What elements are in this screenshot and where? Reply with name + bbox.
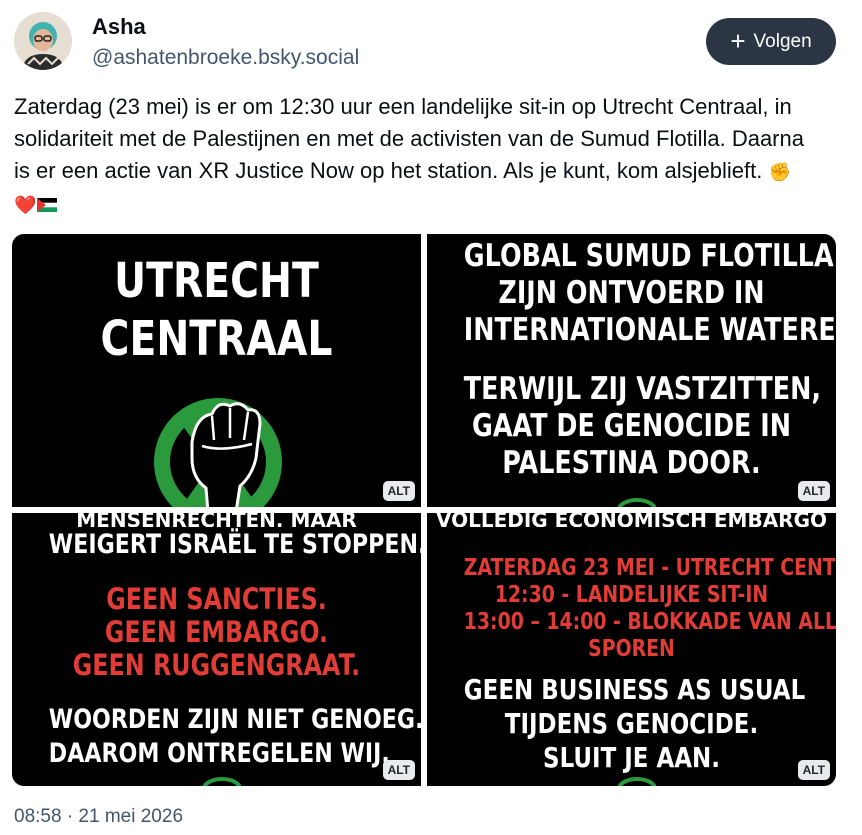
image-4-line: SLUIT JE AAN. (543, 741, 720, 774)
plus-icon: + (730, 25, 746, 56)
image-2-line: ZIJN ONTVOERD IN (498, 275, 765, 311)
image-2-text-a: GLOBAL SUMUD FLOTILLA ZIJN ONTVOERD IN I… (463, 238, 836, 349)
image-3-cut-text: MENSENRECHTEN, MAAR (76, 513, 357, 527)
image-grid: ▔▔▔▔▔▔▔▔▔▔ UTRECHT CENTRAAL ALT GLOBAL S… (12, 234, 836, 786)
image-4-line: SPOREN (588, 636, 675, 662)
image-3-line: WOORDEN ZIJN NIET GENOEG. (48, 704, 421, 735)
post-header: Asha @ashatenbroeke.bsky.social + Volgen (14, 12, 836, 74)
image-3-line: WEIGERT ISRAËL TE STOPPEN. (48, 529, 421, 560)
alt-badge[interactable]: ALT (382, 481, 415, 501)
image-1-title: UTRECHT CENTRAAL (49, 252, 384, 368)
image-3-text-a: WEIGERT ISRAËL TE STOPPEN. (48, 527, 421, 563)
extinction-rebellion-fist-icon (154, 398, 282, 507)
post-timestamp[interactable]: 08:58 · 21 mei 2026 (14, 806, 183, 828)
image-3-line: GEEN EMBARGO. (104, 615, 329, 649)
image-4-text-b: GEEN BUSINESS AS USUAL TIJDENS GENOCIDE.… (463, 673, 806, 775)
alt-badge[interactable]: ALT (797, 481, 830, 501)
follow-button-label: Volgen (753, 30, 812, 52)
image-4-line: TIJDENS GENOCIDE. (504, 707, 759, 740)
image-2-line: PALESTINA DOOR. (502, 445, 761, 481)
logo-fragment-icon (617, 777, 657, 786)
image-2-line: GLOBAL SUMUD FLOTILLA (463, 238, 834, 274)
alt-badge[interactable]: ALT (382, 760, 415, 780)
post-image-4[interactable]: VOLLEDIG ECONOMISCH EMBARGO ZATERDAG 23 … (427, 513, 836, 786)
image-4-cut-text: VOLLEDIG ECONOMISCH EMBARGO (435, 513, 827, 527)
alt-badge[interactable]: ALT (797, 760, 830, 780)
post-image-2[interactable]: GLOBAL SUMUD FLOTILLA ZIJN ONTVOERD IN I… (427, 234, 836, 507)
post-image-3[interactable]: MENSENRECHTEN, MAAR WEIGERT ISRAËL TE ST… (12, 513, 421, 786)
image-3-line: GEEN SANCTIES. (106, 582, 327, 616)
image-3-text-b: WOORDEN ZIJN NIET GENOEG. DAAROM ONTREGE… (48, 703, 421, 771)
image-4-line: GEEN BUSINESS AS USUAL (463, 673, 806, 706)
image-1-cut-text: ▔▔▔▔▔▔▔▔▔▔ (12, 234, 421, 242)
image-3-line: GEEN RUGGENGRAAT. (72, 648, 361, 682)
post-body: Zaterdag (23 mei) is er om 12:30 uur een… (14, 91, 814, 221)
image-3-text-red: GEEN SANCTIES. GEEN EMBARGO. GEEN RUGGEN… (49, 583, 384, 682)
logo-fragment-icon (617, 498, 657, 507)
image-4-line: 12:30 - LANDELIJKE SIT-IN (494, 582, 769, 608)
image-4-line: 13:00 – 14:00 - BLOKKADE VAN ALLE (463, 609, 836, 635)
image-3-line: DAAROM ONTREGELEN WIJ. (48, 738, 390, 769)
palestine-flag-icon (37, 198, 58, 212)
image-2-line: TERWIJL ZIJ VASTZITTEN, (463, 371, 822, 407)
image-4-line: ZATERDAG 23 MEI - UTRECHT CENTRAAL (463, 555, 836, 581)
follow-button[interactable]: + Volgen (706, 18, 836, 65)
image-2-line: INTERNATIONALE WATEREN. (463, 312, 836, 348)
image-2-text-b: TERWIJL ZIJ VASTZITTEN, GAAT DE GENOCIDE… (463, 371, 822, 482)
image-4-text-red: ZATERDAG 23 MEI - UTRECHT CENTRAAL 12:30… (463, 555, 836, 663)
user-avatar-photo-icon (14, 12, 72, 70)
image-1-line: CENTRAAL (100, 311, 333, 367)
image-1-line: UTRECHT (114, 253, 319, 309)
image-2-line: GAAT DE GENOCIDE IN (471, 408, 792, 444)
author-display-name[interactable]: Asha (92, 14, 146, 40)
author-handle[interactable]: @ashatenbroeke.bsky.social (92, 46, 359, 70)
post-text: Zaterdag (23 mei) is er om 12:30 uur een… (14, 94, 804, 183)
avatar[interactable] (14, 12, 72, 70)
logo-fragment-icon (202, 777, 242, 786)
post-image-1[interactable]: ▔▔▔▔▔▔▔▔▔▔ UTRECHT CENTRAAL ALT (12, 234, 421, 507)
